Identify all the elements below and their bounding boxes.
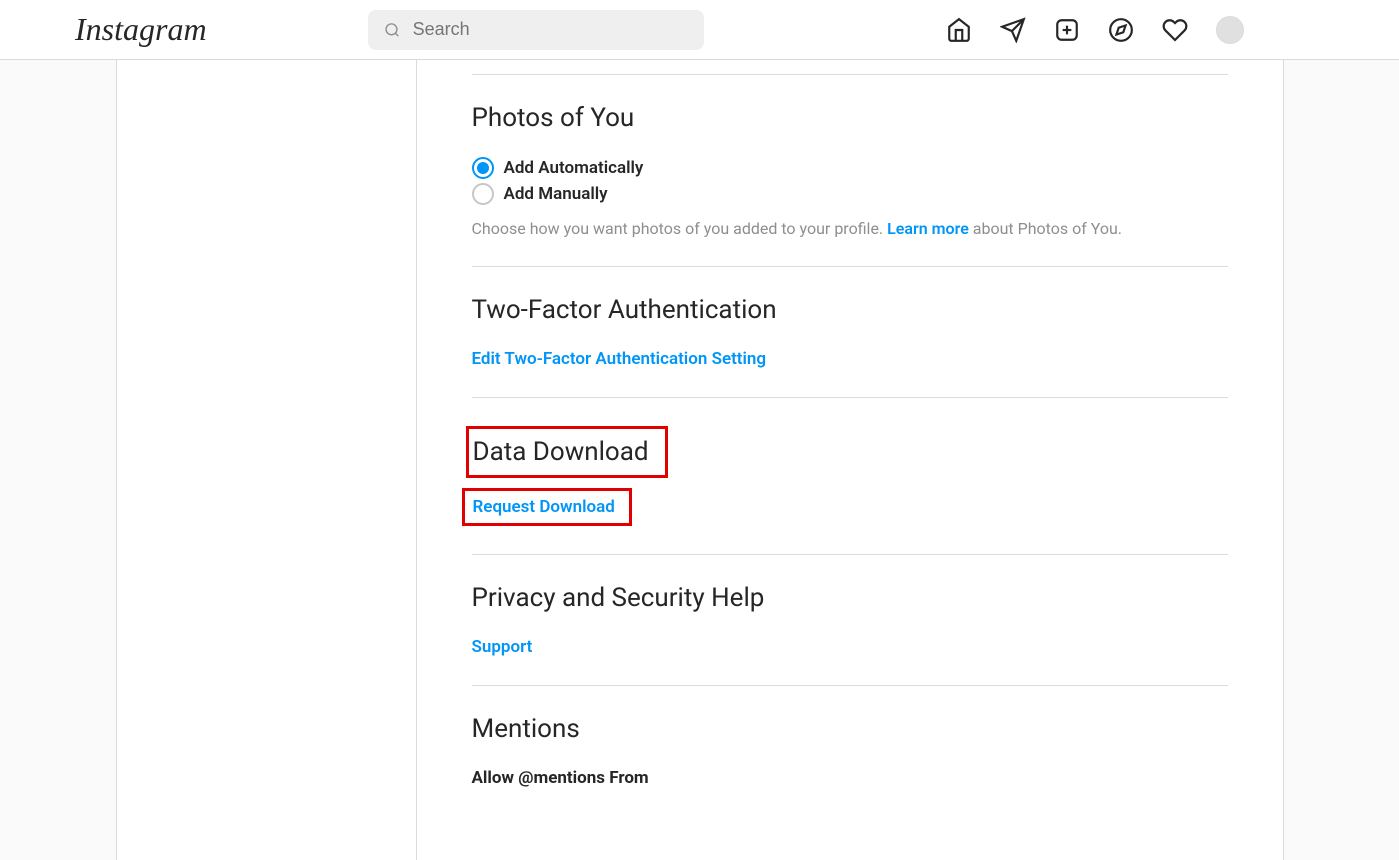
photos-of-you-title: Photos of You xyxy=(472,103,1228,133)
new-post-icon[interactable] xyxy=(1054,17,1080,43)
support-link[interactable]: Support xyxy=(472,637,533,657)
activity-icon[interactable] xyxy=(1162,17,1188,43)
instagram-logo[interactable]: Instagram xyxy=(75,11,207,48)
settings-card: Photos of You Add Automatically Add Manu… xyxy=(116,60,1284,860)
data-download-title: Data Download xyxy=(473,437,649,467)
settings-sidebar xyxy=(117,60,417,860)
settings-main: Photos of You Add Automatically Add Manu… xyxy=(417,60,1283,860)
radio-label: Add Manually xyxy=(504,184,608,204)
radio-add-manually[interactable]: Add Manually xyxy=(472,183,1228,205)
learn-more-link[interactable]: Learn more xyxy=(887,219,969,238)
mentions-subhead: Allow @mentions From xyxy=(472,768,1228,788)
edit-two-factor-link[interactable]: Edit Two-Factor Authentication Setting xyxy=(472,349,767,369)
home-icon[interactable] xyxy=(946,17,972,43)
messages-icon[interactable] xyxy=(1000,17,1026,43)
helper-pre: Choose how you want photos of you added … xyxy=(472,219,888,238)
page-body: Photos of You Add Automatically Add Manu… xyxy=(0,60,1399,860)
nav-icons xyxy=(946,16,1244,44)
data-download-section: Data Download Request Download xyxy=(472,397,1228,554)
avatar[interactable] xyxy=(1216,16,1244,44)
radio-icon[interactable] xyxy=(472,183,494,205)
mentions-title: Mentions xyxy=(472,714,1228,744)
mentions-section: Mentions Allow @mentions From xyxy=(472,685,1228,816)
search-icon xyxy=(384,21,400,39)
radio-label: Add Automatically xyxy=(504,158,644,178)
helper-post: about Photos of You. xyxy=(969,219,1122,238)
radio-add-automatically[interactable]: Add Automatically xyxy=(472,157,1228,179)
photos-of-you-section: Photos of You Add Automatically Add Manu… xyxy=(472,75,1228,266)
privacy-help-title: Privacy and Security Help xyxy=(472,583,1228,613)
two-factor-section: Two-Factor Authentication Edit Two-Facto… xyxy=(472,266,1228,397)
request-download-link[interactable]: Request Download xyxy=(473,497,615,517)
data-download-title-highlight: Data Download xyxy=(466,426,668,478)
request-download-highlight: Request Download xyxy=(462,488,632,526)
two-factor-title: Two-Factor Authentication xyxy=(472,295,1228,325)
search-input[interactable] xyxy=(413,19,689,40)
radio-icon[interactable] xyxy=(472,157,494,179)
search-box[interactable] xyxy=(368,10,704,50)
privacy-help-section: Privacy and Security Help Support xyxy=(472,554,1228,685)
explore-icon[interactable] xyxy=(1108,17,1134,43)
photos-helper-text: Choose how you want photos of you added … xyxy=(472,219,1228,238)
top-nav: Instagram xyxy=(0,0,1399,60)
